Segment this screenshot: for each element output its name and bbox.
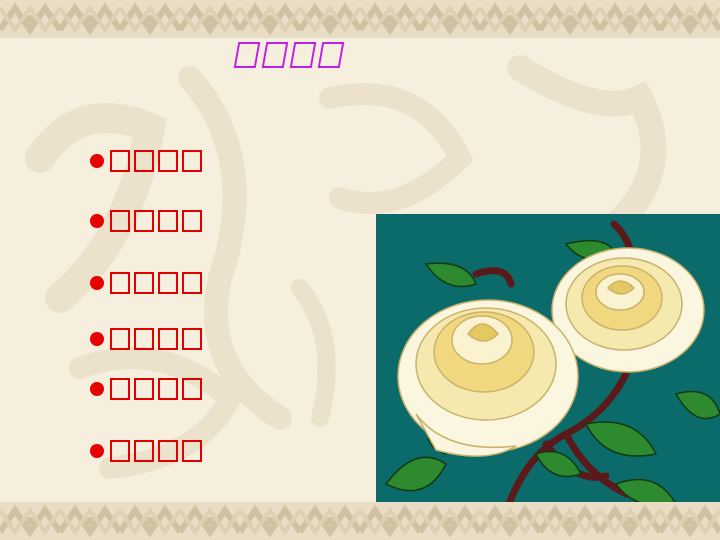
slide-title <box>233 42 345 68</box>
bullet-dot-icon <box>90 332 104 346</box>
bullet-item <box>90 440 202 462</box>
bullet-dot-icon <box>90 154 104 168</box>
bullet-item <box>90 328 202 350</box>
bullet-dot-icon <box>90 382 104 396</box>
bullet-item <box>90 272 202 294</box>
top-border-pattern <box>0 0 720 38</box>
rose-illustration <box>376 214 720 512</box>
bullet-item <box>90 150 202 172</box>
bullet-dot-icon <box>90 276 104 290</box>
bottom-border-pattern <box>0 502 720 540</box>
bullet-item <box>90 210 202 232</box>
slide <box>0 0 720 540</box>
bullet-dot-icon <box>90 214 104 228</box>
bullet-dot-icon <box>90 444 104 458</box>
bullet-item <box>90 378 202 400</box>
